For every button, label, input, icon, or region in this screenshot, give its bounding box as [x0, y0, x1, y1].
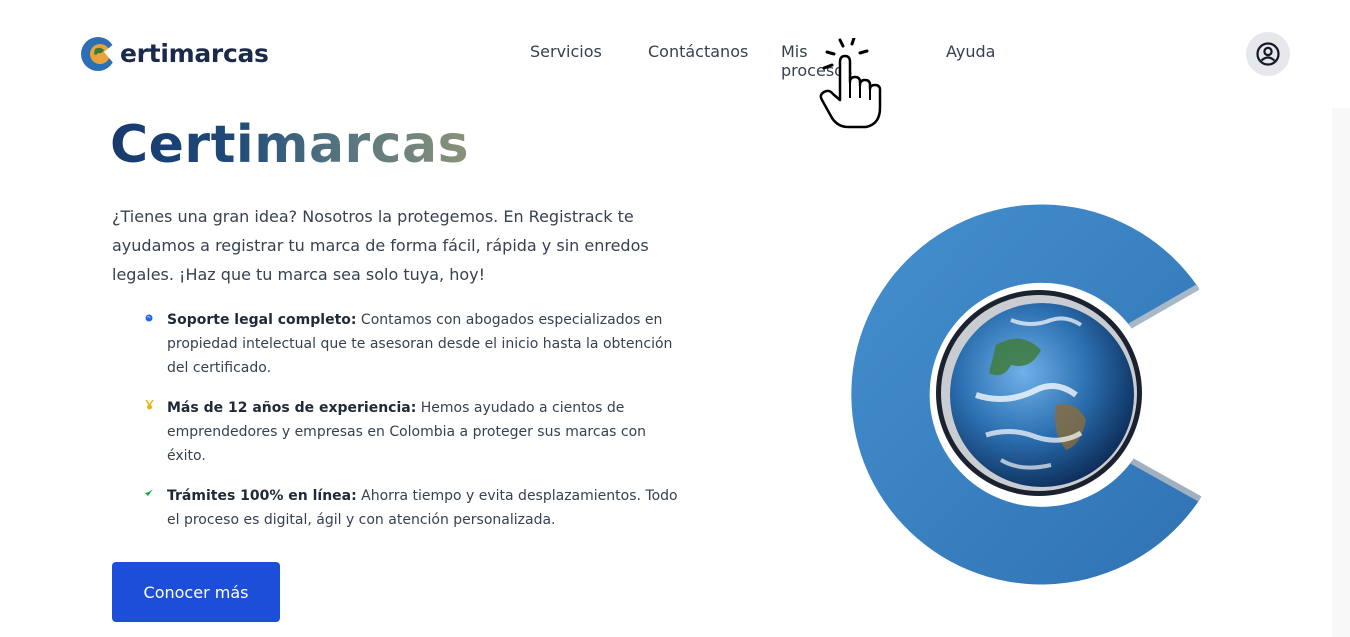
logo-globe-icon [78, 33, 118, 73]
check-icon [142, 484, 156, 508]
page-edge [1332, 108, 1350, 637]
nav-mis-procesos[interactable]: Mis procesos [781, 42, 852, 80]
conocer-mas-button[interactable]: Conocer más [112, 562, 280, 622]
medal-icon [142, 396, 156, 420]
feature-title: Soporte legal completo: [167, 312, 357, 328]
nav-servicios[interactable]: Servicios [530, 42, 602, 61]
hero-c-globe-illustration [836, 195, 1216, 590]
feature-item: Soporte legal completo: Contamos con abo… [142, 308, 682, 380]
user-circle-icon [1256, 42, 1280, 66]
hero-title: Certimarcas [110, 115, 470, 175]
feature-title: Más de 12 años de experiencia: [167, 400, 417, 416]
logo-text: ertimarcas [120, 38, 269, 68]
feature-list: Soporte legal completo: Contamos con abo… [142, 308, 682, 548]
nav-ayuda[interactable]: Ayuda [946, 42, 995, 61]
globe-icon [142, 308, 156, 332]
site-header: ertimarcas Servicios Contáctanos Mis pro… [0, 0, 1350, 108]
feature-item: Trámites 100% en línea: Ahorra tiempo y … [142, 484, 682, 532]
hero-description: ¿Tienes una gran idea? Nosotros la prote… [112, 207, 649, 284]
user-account-button[interactable] [1246, 32, 1290, 76]
feature-item: Más de 12 años de experiencia: Hemos ayu… [142, 396, 682, 468]
nav-contactanos[interactable]: Contáctanos [648, 42, 748, 61]
feature-title: Trámites 100% en línea: [167, 488, 357, 504]
logo[interactable]: ertimarcas [78, 29, 269, 77]
